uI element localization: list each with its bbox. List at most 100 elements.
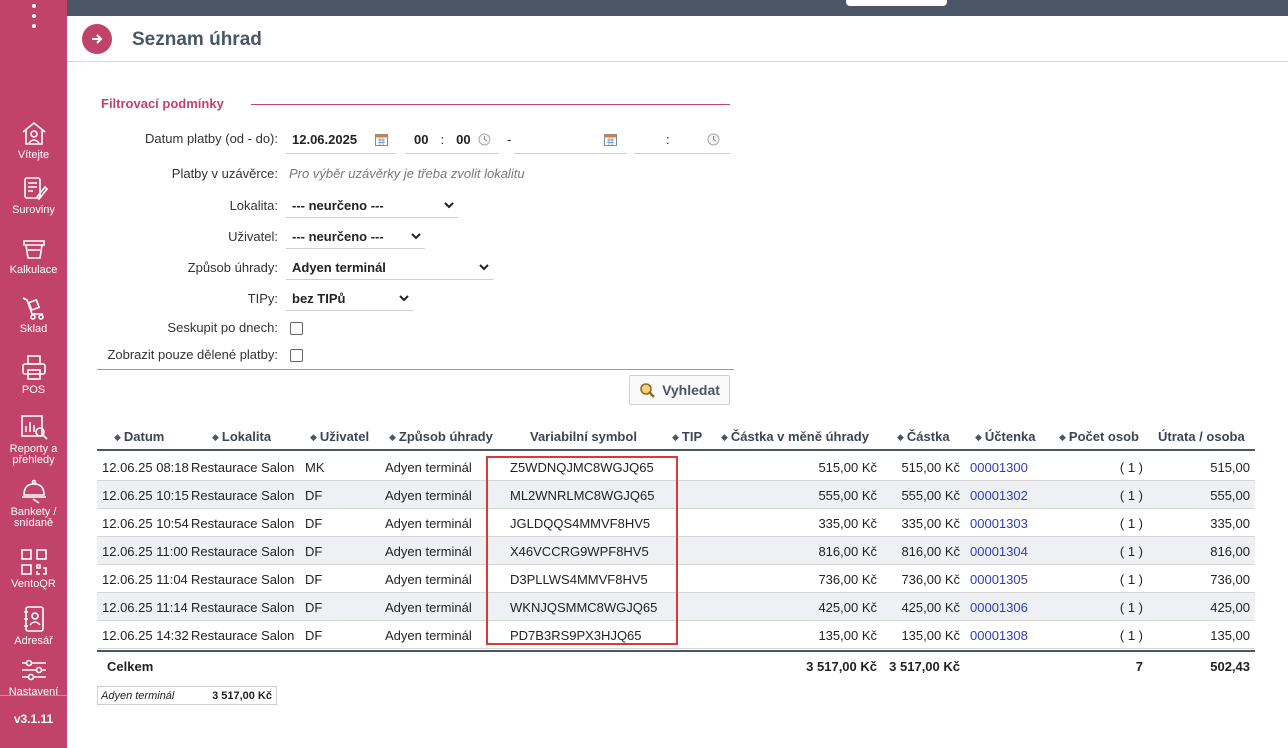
table-row[interactable]: 12.06.25 14:32 Restaurace Salon DF Adyen te… [97,621,1255,649]
split-payments-checkbox[interactable] [290,349,303,362]
total-per-person: 502,43 [1210,659,1250,674]
cell-method: Adyen terminál [385,488,472,503]
cell-amount-currency: 425,00 Kč [818,600,877,615]
sidebar-item-pos[interactable]: POS [0,353,67,396]
total-row: Celkem 3 517,00 Kč 3 517,00 Kč 7 502,43 [97,650,1255,678]
cell-amount-currency: 816,00 Kč [818,544,877,559]
divider [0,695,67,696]
sidebar-item-sklad[interactable]: Sklad [0,292,67,335]
col-amount[interactable]: ◆ Částka [897,429,950,444]
arrow-right-icon [92,34,103,44]
sidebar-item-suroviny[interactable]: Suroviny [0,173,67,216]
cell-user: DF [305,600,323,615]
cell-amount: 736,00 Kč [901,572,960,587]
sidebar-item-kalkulace[interactable]: Kalkulace [0,233,67,276]
cell-location: Restaurace Salon [191,544,295,559]
sidebar-item-reporty[interactable]: Reporty a přehledy [0,412,67,466]
cell-user: DF [305,628,323,643]
search-icon [640,382,655,398]
col-location[interactable]: ◆ Lokalita [212,429,271,444]
table-row[interactable]: 12.06.25 08:18 Restaurace Salon MK Adyen te… [97,453,1255,481]
user-select[interactable]: --- neurčeno --- [286,225,425,249]
warehouse-cart-icon [22,297,44,320]
calculation-icon [22,240,45,259]
cell-user: DF [305,544,323,559]
col-label: Počet osob [1068,429,1139,444]
cell-amount-currency: 736,00 Kč [818,572,877,587]
table-row[interactable]: 12.06.25 11:04 Restaurace Salon DF Adyen te… [97,565,1255,593]
ingredients-icon [23,177,48,201]
col-variable-symbol[interactable]: Variabilní symbol [530,429,637,444]
col-persons[interactable]: ◆ Počet osob [1059,429,1139,444]
clock-icon[interactable] [707,133,720,146]
cell-location: Restaurace Salon [191,600,295,615]
top-tab[interactable] [846,0,947,6]
calendar-icon[interactable] [375,133,388,146]
cell-receipt[interactable]: 00001300 [970,460,1028,475]
cell-receipt[interactable]: 00001308 [970,628,1028,643]
cell-location: Restaurace Salon [191,572,295,587]
calendar-icon[interactable] [604,133,617,146]
cell-receipt[interactable]: 00001303 [970,516,1028,531]
reports-icon [20,415,48,440]
payment-method-select[interactable]: Adyen terminál [286,256,493,280]
col-tip[interactable]: ◆ TIP [672,429,702,444]
cell-amount: 425,00 Kč [901,600,960,615]
col-amount-currency[interactable]: ◆ Částka v měně úhrady [721,429,869,444]
col-date[interactable]: ◆ Datum [114,429,164,444]
cell-date: 12.06.25 10:54 [102,516,189,531]
summary-amount: 3 517,00 Kč [212,689,272,702]
time-from-field[interactable]: 00 : 00 [405,126,499,154]
col-label: Variabilní symbol [530,429,637,444]
table-row[interactable]: 12.06.25 10:15 Restaurace Salon DF Adyen te… [97,481,1255,509]
closure-label: Platby v uzávěrce: [171,166,278,181]
cell-method: Adyen terminál [385,628,472,643]
chevron-down-icon [444,202,454,209]
back-button[interactable] [82,24,112,54]
cell-receipt[interactable]: 00001302 [970,488,1028,503]
cell-per-person: 515,00 [1210,460,1250,475]
col-per-person[interactable]: Útrata / osoba [1158,429,1245,444]
tips-label: TIPy: [247,291,278,306]
sort-icon: ◆ [310,432,317,442]
sidebar-item-adresar[interactable]: Adresář [0,604,67,647]
cell-amount: 515,00 Kč [901,460,960,475]
col-user[interactable]: ◆ Uživatel [310,429,369,444]
col-method[interactable]: ◆ Způsob úhrady [389,429,493,444]
sidebar-item-vitejte[interactable]: Vítejte [0,118,67,161]
cell-receipt[interactable]: 00001306 [970,600,1028,615]
address-book-icon [23,606,44,632]
cell-per-person: 135,00 [1210,628,1250,643]
total-amount-currency: 3 517,00 Kč [806,659,877,674]
top-bar [67,0,1288,16]
col-label: Částka v měně úhrady [730,429,869,444]
date-to-field[interactable] [514,126,627,154]
cell-receipt[interactable]: 00001305 [970,572,1028,587]
tips-select[interactable]: bez TIPů [286,287,413,311]
more-menu-icon[interactable] [24,2,44,30]
date-from-field[interactable]: 12.06.2025 [286,126,396,154]
group-by-day-checkbox[interactable] [290,322,303,335]
col-receipt[interactable]: ◆ Účtenka [975,429,1036,444]
cell-persons: ( 1 ) [1119,628,1143,643]
clock-icon[interactable] [478,133,491,146]
cell-amount-currency: 555,00 Kč [818,488,877,503]
chevron-down-icon [399,295,409,302]
sidebar-item-ventoqr[interactable]: VentoQR [0,547,67,590]
col-label: Uživatel [319,429,370,444]
time-to-field[interactable]: : [634,126,730,154]
table-row[interactable]: 12.06.25 11:14 Restaurace Salon DF Adyen te… [97,593,1255,621]
filter-heading: Filtrovací podmínky [101,96,224,111]
location-select[interactable]: --- neurčeno --- [286,194,458,218]
cell-receipt[interactable]: 00001304 [970,544,1028,559]
sidebar-item-label: Vítejte [17,149,50,161]
cell-per-person: 555,00 [1210,488,1250,503]
cell-vs: Z5WDNQJMC8WGJQ65 [510,460,654,475]
cell-per-person: 425,00 [1210,600,1250,615]
table-row[interactable]: 12.06.25 11:00 Restaurace Salon DF Adyen te… [97,537,1255,565]
search-button[interactable]: Vyhledat [629,375,730,405]
sidebar-item-bankety[interactable]: Bankety / snídaně [0,475,67,529]
sidebar-item-nastaveni[interactable]: Nastavení [0,655,67,698]
total-amount: 3 517,00 Kč [889,659,960,674]
table-row[interactable]: 12.06.25 10:54 Restaurace Salon DF Adyen te… [97,509,1255,537]
